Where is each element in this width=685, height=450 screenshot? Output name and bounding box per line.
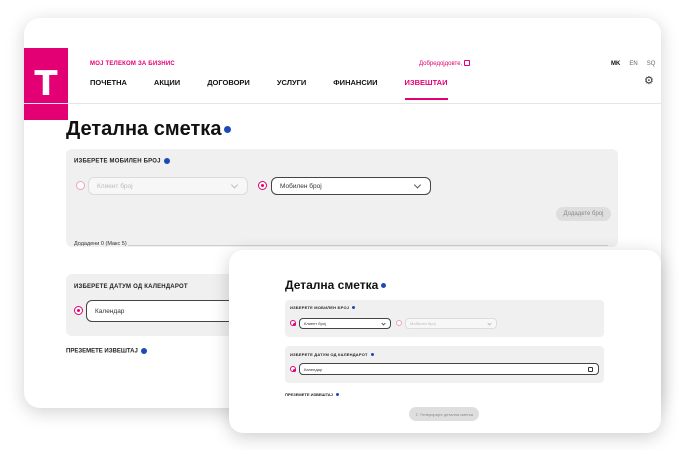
nav-reports[interactable]: ИЗВЕШТАИ bbox=[404, 78, 448, 100]
download-text: ПРЕЗЕМЕТЕ ИЗВЕШТАЈ bbox=[285, 392, 333, 397]
mobile-number-panel: ИЗБЕРЕТЕ МОБИЛЕН БРОЈ Клиент број Мобиле… bbox=[66, 149, 618, 247]
nav-finances[interactable]: ФИНАНСИИ bbox=[333, 78, 377, 100]
chevron-down-icon bbox=[487, 320, 492, 326]
mobile-number-placeholder: Мобилен број bbox=[410, 321, 436, 326]
mobile-section-text: ИЗБЕРЕТЕ МОБИЛЕН БРОЈ bbox=[74, 158, 161, 165]
stage: T МОЈ ТЕЛЕКОМ ЗА БИЗНИС Добредојдовте, M… bbox=[0, 0, 685, 450]
page-title: Детална сметка bbox=[285, 278, 387, 292]
nav-promotions[interactable]: АКЦИИ bbox=[154, 78, 180, 100]
client-number-select[interactable]: Клиент број bbox=[88, 177, 248, 195]
calendar-input[interactable]: Календар bbox=[299, 363, 599, 375]
date-panel: ИЗБЕРЕТЕ ДАТУМ ОД КАЛЕНДАРОТ Календар bbox=[285, 346, 604, 383]
nav-contracts[interactable]: ДОГОВОРИ bbox=[207, 78, 250, 100]
added-divider bbox=[128, 245, 608, 246]
date-section-label: ИЗБЕРЕТЕ ДАТУМ ОД КАЛЕНДАРОТ bbox=[290, 352, 374, 357]
mobile-number-value: Мобилен број bbox=[280, 182, 322, 190]
info-icon[interactable] bbox=[163, 158, 170, 164]
client-number-select[interactable]: Клиент број bbox=[299, 318, 391, 329]
header-divider bbox=[24, 103, 661, 104]
date-section-text: ИЗБЕРЕТЕ ДАТУМ ОД КАЛЕНДАРОТ bbox=[290, 352, 368, 357]
chevron-down-icon bbox=[381, 320, 386, 326]
calendar-icon[interactable] bbox=[588, 367, 593, 372]
info-icon[interactable] bbox=[140, 348, 147, 354]
main-nav: ПОЧЕТНА АКЦИИ ДОГОВОРИ УСЛУГИ ФИНАНСИИ И… bbox=[90, 78, 475, 100]
generate-bill-button[interactable]: ⇩ Генерирајте детална сметка bbox=[409, 407, 479, 421]
welcome-link[interactable]: Добредојдовте, bbox=[419, 60, 471, 67]
mobile-number-select[interactable]: Мобилен број bbox=[271, 177, 431, 195]
client-number-radio[interactable] bbox=[290, 320, 296, 326]
page-title: Детална сметка bbox=[66, 118, 232, 141]
page-title-text: Детална сметка bbox=[285, 278, 379, 292]
client-number-placeholder: Клиент број bbox=[97, 182, 133, 190]
info-icon[interactable] bbox=[370, 353, 374, 357]
info-icon[interactable] bbox=[335, 393, 339, 397]
download-icon: ⇩ bbox=[415, 411, 419, 417]
logout-icon bbox=[464, 60, 471, 66]
date-section-label: ИЗБЕРЕТЕ ДАТУМ ОД КАЛЕНДАРОТ bbox=[74, 284, 188, 290]
calendar-radio[interactable] bbox=[290, 366, 296, 372]
download-text: ПРЕЗЕМЕТЕ ИЗВЕШТАЈ bbox=[66, 348, 138, 355]
chevron-down-icon bbox=[413, 181, 422, 189]
logo-glyph: T bbox=[34, 64, 58, 104]
chevron-down-icon bbox=[230, 181, 239, 189]
mobile-number-panel: ИЗБЕРЕТЕ МОБИЛЕН БРОЈ Клиент број Мобиле… bbox=[285, 300, 604, 337]
gear-icon[interactable]: ⚙ bbox=[644, 74, 654, 87]
page-title-text: Детална сметка bbox=[66, 118, 222, 140]
mobile-number-radio[interactable] bbox=[258, 181, 267, 190]
client-number-radio[interactable] bbox=[76, 181, 85, 190]
info-icon[interactable] bbox=[381, 283, 387, 289]
telekom-logo[interactable]: T bbox=[24, 48, 68, 120]
mobile-number-radio[interactable] bbox=[396, 320, 402, 326]
nav-home[interactable]: ПОЧЕТНА bbox=[90, 78, 127, 100]
mobile-number-select[interactable]: Мобилен број bbox=[405, 318, 497, 329]
calendar-value: Календар bbox=[95, 307, 125, 315]
welcome-text: Добредојдовте, bbox=[419, 61, 463, 67]
added-count-label: Додадени 0 (Макс 5) bbox=[74, 241, 127, 247]
calendar-value: Календар bbox=[304, 366, 323, 372]
generate-bill-label: Генерирајте детална сметка bbox=[420, 411, 473, 417]
client-number-value: Клиент број bbox=[304, 321, 326, 326]
language-switcher: MK EN SQ bbox=[611, 61, 655, 67]
lang-sq[interactable]: SQ bbox=[647, 61, 656, 67]
nav-services[interactable]: УСЛУГИ bbox=[277, 78, 306, 100]
info-icon[interactable] bbox=[352, 306, 356, 310]
add-number-button[interactable]: Додадете број bbox=[556, 207, 611, 221]
info-icon[interactable] bbox=[224, 126, 232, 134]
brand-subtitle: МОЈ ТЕЛЕКОМ ЗА БИЗНИС bbox=[90, 61, 175, 67]
mobile-section-label: ИЗБЕРЕТЕ МОБИЛЕН БРОЈ bbox=[290, 305, 356, 310]
calendar-radio[interactable] bbox=[74, 306, 83, 315]
lang-mk[interactable]: MK bbox=[611, 61, 620, 67]
download-label: ПРЕЗЕМЕТЕ ИЗВЕШТАЈ bbox=[285, 392, 339, 397]
mobile-section-text: ИЗБЕРЕТЕ МОБИЛЕН БРОЈ bbox=[290, 305, 350, 310]
zoomed-screen: Детална сметка ИЗБЕРЕТЕ МОБИЛЕН БРОЈ Кли… bbox=[229, 250, 661, 433]
download-label: ПРЕЗЕМЕТЕ ИЗВЕШТАЈ bbox=[66, 348, 147, 355]
lang-en[interactable]: EN bbox=[629, 61, 637, 67]
mobile-section-label: ИЗБЕРЕТЕ МОБИЛЕН БРОЈ bbox=[74, 158, 170, 165]
